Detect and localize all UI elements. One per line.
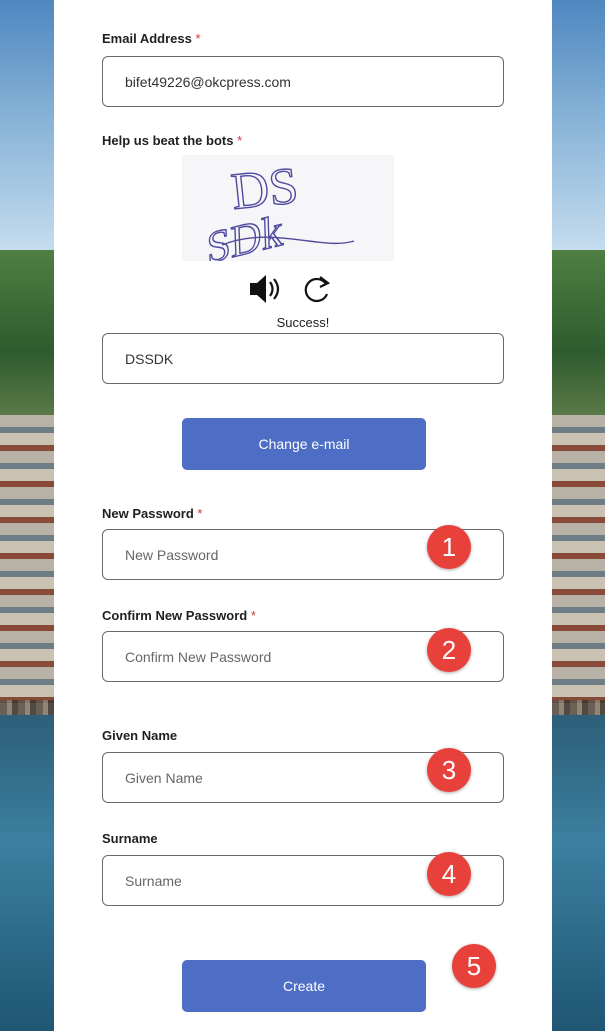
change-email-button[interactable]: Change e-mail [182, 418, 426, 470]
email-label-text: Email Address [102, 31, 192, 46]
new-password-label-text: New Password [102, 506, 194, 521]
captcha-label-text: Help us beat the bots [102, 133, 234, 148]
email-label: Email Address * [102, 31, 201, 46]
new-password-label: New Password * [102, 506, 202, 521]
surname-label: Surname [102, 831, 158, 846]
captcha-controls [248, 272, 332, 306]
given-name-label-text: Given Name [102, 728, 178, 743]
captcha-image: DS SDk [182, 155, 394, 274]
background-image-left [0, 0, 54, 1031]
captcha-status: Success! [276, 315, 330, 330]
annotation-badge-3: 3 [427, 748, 471, 792]
refresh-icon[interactable] [304, 276, 331, 303]
speaker-icon[interactable] [250, 275, 280, 303]
background-image-right [552, 0, 605, 1031]
annotation-badge-1: 1 [427, 525, 471, 569]
email-field[interactable] [102, 56, 504, 107]
given-name-label: Given Name [102, 728, 177, 743]
annotation-badge-2: 2 [427, 628, 471, 672]
captcha-label: Help us beat the bots * [102, 133, 242, 148]
create-button[interactable]: Create [182, 960, 426, 1012]
confirm-password-label: Confirm New Password * [102, 608, 256, 623]
confirm-password-label-text: Confirm New Password [102, 608, 248, 623]
surname-label-text: Surname [102, 831, 158, 846]
captcha-glyph-line2: SDk [206, 204, 284, 261]
captcha-input[interactable] [102, 333, 504, 384]
email-required-marker: * [195, 31, 201, 46]
annotation-badge-4: 4 [427, 852, 471, 896]
captcha-required-marker: * [237, 133, 243, 148]
confirm-password-required-marker: * [250, 608, 256, 623]
new-password-required-marker: * [197, 506, 203, 521]
annotation-badge-5: 5 [452, 944, 496, 988]
captcha-glyphs: DS SDk [205, 157, 355, 274]
